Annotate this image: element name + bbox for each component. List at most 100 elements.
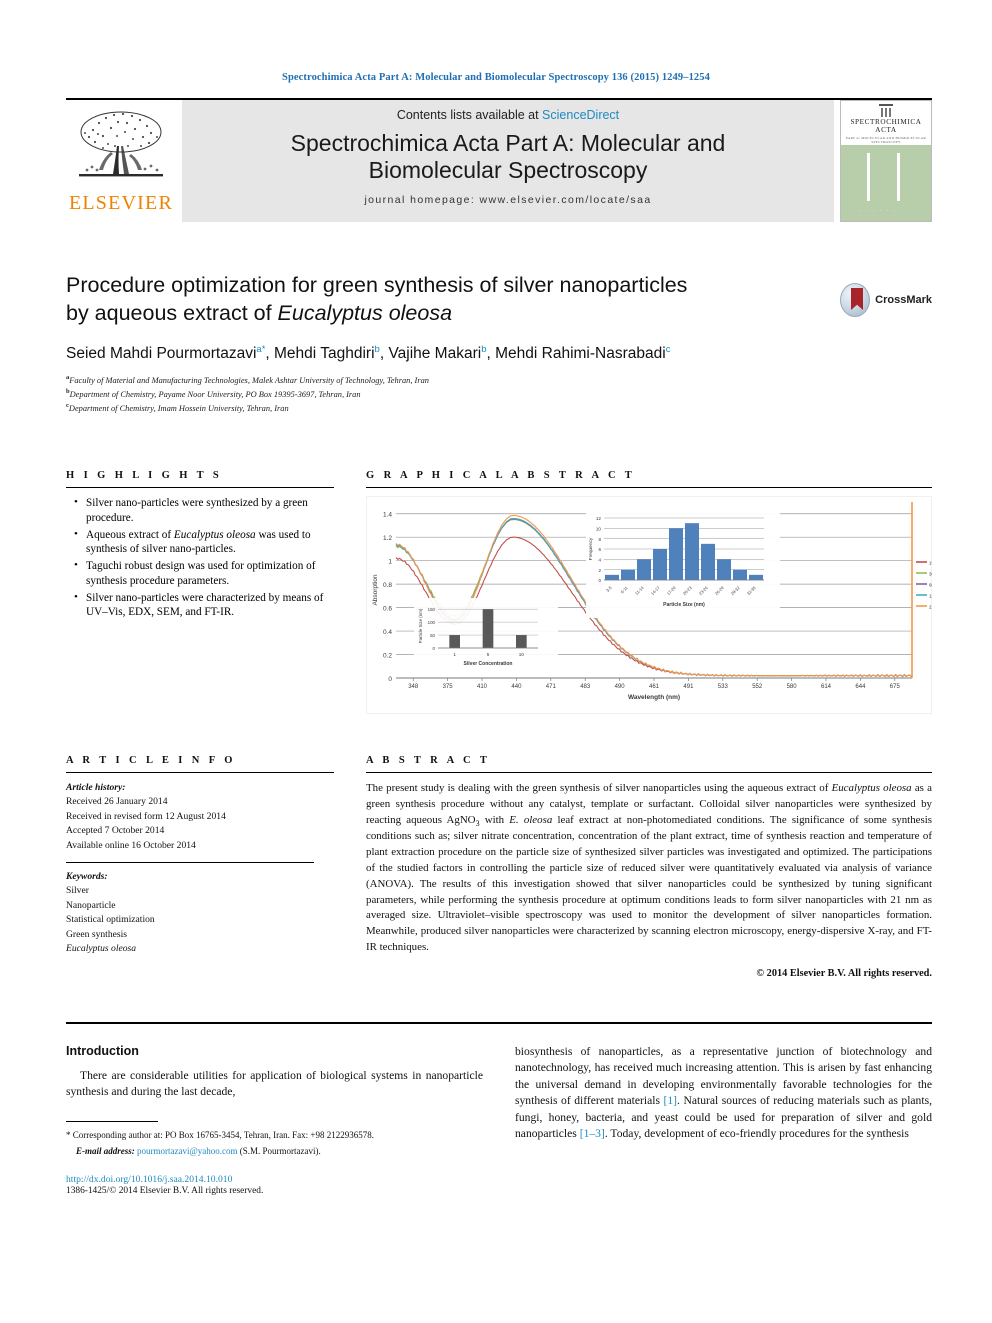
svg-text:0.4: 0.4 [383,629,392,636]
svg-text:1.2: 1.2 [383,535,392,542]
keyword-item: Silver [66,885,89,897]
keywords-block: Keywords: Silver Nanoparticle Statistica… [66,870,334,956]
affiliation-b: bDepartment of Chemistry, Payame Noor Un… [66,387,932,401]
svg-text:580: 580 [787,684,798,690]
contents-line: Contents lists available at ScienceDirec… [397,108,619,122]
affiliation-a-text: Faculty of Material and Manufacturing Te… [69,375,429,385]
affiliation-c-text: Department of Chemistry, Imam Hossein Un… [68,403,289,413]
list-item: Aqueous extract of Eucalyptus oleosa was… [74,527,334,558]
svg-text:30 min: 30 min [929,571,932,576]
title-line1: Procedure optimization for green synthes… [66,273,688,297]
svg-text:120 min: 120 min [929,593,932,598]
author-4-affil-marker[interactable]: c [666,344,671,355]
body-top-rule [66,1022,932,1024]
uv-vis-spectrum-chart: 00.20.40.60.811.21.4Absorption348 375 410 4… [366,496,932,714]
cover-title-line2: ACTA [875,126,897,134]
highlights-column: H I G H L I G H T S Silver nano-particle… [66,470,334,716]
svg-text:675: 675 [890,684,901,690]
svg-text:150: 150 [428,607,436,612]
author-1: Seied Mahdi Pourmortazavi [66,345,257,363]
sciencedirect-link[interactable]: ScienceDirect [542,108,619,122]
svg-text:6: 6 [598,547,601,552]
article-info-heading: A R T I C L E I N F O [66,755,236,766]
graphical-abstract-figure: 0 0.2 0.4 0.6 0.8 1 1.2 1.4 Absorption 348 375 410 4… [366,496,932,716]
graphical-abstract-heading: G R A P H I C A L A B S T R A C T [366,470,636,481]
reference-link-2[interactable]: [1–3] [580,1127,605,1140]
abstract-p4: leaf extract at non-photomediated condit… [366,813,932,954]
svg-text:533: 533 [718,684,729,690]
article-info-abstract-section: A R T I C L E I N F O Article history: R… [66,755,932,979]
cover-header: SPECTROCHIMICA ACTA PART A: MOLECULAR AN… [841,101,931,145]
svg-text:5: 5 [487,652,490,657]
doi-link[interactable]: http://dx.doi.org/10.1016/j.saa.2014.10.… [66,1174,483,1185]
abstract-rule [366,772,932,773]
affiliation-a: aFaculty of Material and Manufacturing T… [66,373,932,387]
highlight-text: Aqueous extract of [86,528,174,541]
introduction-paragraph-left: There are considerable utilities for app… [66,1069,483,1099]
svg-text:461: 461 [649,684,660,690]
svg-text:490: 490 [615,684,626,690]
email-suffix: (S.M. Pourmortazavi). [237,1145,321,1156]
keywords-label: Keywords: [66,870,108,882]
highlights-list: Silver nano-particles were synthesized b… [66,495,334,621]
svg-text:348: 348 [408,684,419,690]
svg-text:Absorption: Absorption [372,574,379,605]
crossmark-label: CrossMark [875,294,932,306]
article-info-rule [66,772,334,773]
graphical-abstract-rule [366,487,932,488]
footnote-address: * Corresponding author at: PO Box 16765-… [66,1129,374,1140]
title-line2-prefix: by aqueous extract of [66,300,278,325]
list-item: Silver nano-particles were characterized… [74,590,334,621]
corresponding-author-footnote: * Corresponding author at: PO Box 16765-… [66,1129,483,1158]
svg-text:Frequency: Frequency [588,537,594,560]
intro-right-c: . Today, development of eco-friendly pro… [604,1127,909,1141]
crossmark-icon [840,283,871,317]
svg-text:0: 0 [388,676,392,683]
highlight-em: Eucalyptus oleosa [173,528,256,541]
author-list: Seied Mahdi Pourmortazavia*, Mehdi Taghd… [66,344,932,363]
journal-homepage[interactable]: journal homepage: www.elsevier.com/locat… [364,194,651,206]
footnote-rule [66,1120,158,1122]
journal-title: Spectrochimica Acta Part A: Molecular an… [291,130,726,184]
svg-text:2: 2 [598,568,601,573]
svg-text:410: 410 [477,684,488,690]
svg-text:10: 10 [519,652,525,657]
history-online: Available online 16 October 2014 [66,839,196,851]
email-label: E-mail address: [76,1145,135,1156]
journal-cover-thumbnail: SPECTROCHIMICA ACTA PART A: MOLECULAR AN… [840,100,932,222]
highlights-heading: H I G H L I G H T S [66,470,223,481]
abstract-p1: The present study is dealing with the gr… [366,782,832,794]
svg-text:0: 0 [598,578,601,583]
highlight-text: Silver nano-particles were synthesized b… [86,497,308,524]
svg-text:Silver Concentration: Silver Concentration [464,661,513,667]
affiliation-list: aFaculty of Material and Manufacturing T… [66,373,932,415]
svg-text:1: 1 [388,559,392,566]
highlight-text: Silver nano-particles were characterized… [86,591,324,619]
cover-subtitle: PART A: MOLECULAR AND BIOMOLECULAR SPECT… [845,136,927,144]
body-right-column: biosynthesis of nanoparticles, as a repr… [515,1044,932,1196]
article-page: Spectrochimica Acta Part A: Molecular an… [0,0,992,1323]
svg-text:440: 440 [511,684,522,690]
list-item: Taguchi robust design was used for optim… [74,558,334,589]
abstract-body: The present study is dealing with the gr… [366,781,932,956]
crossmark-badge[interactable]: CrossMark [840,282,932,318]
svg-text:Particle Size (nm): Particle Size (nm) [418,608,423,643]
email-link[interactable]: pourmortazavi@yahoo.com [137,1146,238,1156]
svg-text:644: 644 [855,684,866,690]
svg-text:614: 614 [821,684,832,690]
svg-text:375: 375 [443,684,454,690]
reference-link-1[interactable]: [1] [664,1094,678,1107]
svg-text:100: 100 [428,620,436,625]
masthead-center: Contents lists available at ScienceDirec… [182,100,834,222]
author-4: , Mehdi Rahimi-Nasrabadi [486,345,666,363]
article-body-section: Introduction There are considerable util… [66,1022,932,1196]
svg-text:Particle Size (nm): Particle Size (nm) [663,602,705,608]
abstract-column: A B S T R A C T The present study is dea… [366,755,932,979]
body-left-column: Introduction There are considerable util… [66,1044,483,1196]
cover-footer-dots: · · · · · · [859,209,898,214]
list-item: Silver nano-particles were synthesized b… [74,495,334,526]
journal-title-line1: Spectrochimica Acta Part A: Molecular an… [290,130,726,156]
page-title: Procedure optimization for green synthes… [66,272,766,328]
svg-text:Wavelength (nm): Wavelength (nm) [628,694,680,701]
affiliation-c: cDepartment of Chemistry, Imam Hossein U… [66,401,932,415]
